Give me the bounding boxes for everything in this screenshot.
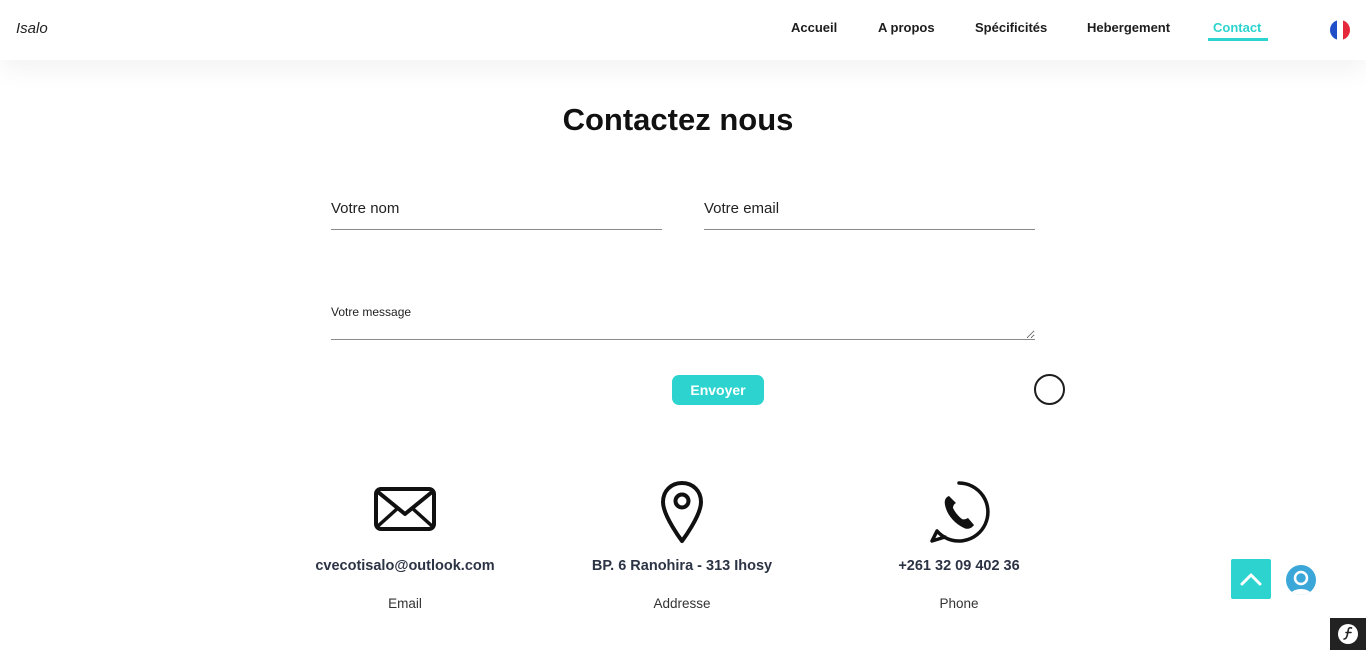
nav-specificites[interactable]: Spécificités: [975, 20, 1047, 35]
contact-phone: +261 32 09 402 36 Phone: [839, 480, 1079, 611]
phone-label: Phone: [939, 596, 979, 611]
scroll-to-top-button[interactable]: [1231, 559, 1271, 599]
user-icon: [1290, 570, 1312, 595]
nav-accueil[interactable]: Accueil: [791, 20, 837, 35]
phone-icon: [930, 481, 990, 543]
address-label: Addresse: [653, 596, 711, 611]
message-textarea[interactable]: [331, 300, 1035, 340]
site-header: Isalo Accueil A propos Spécificités Hebe…: [0, 0, 1366, 60]
contact-address: BP. 6 Ranohira - 313 Ihosy Addresse: [562, 480, 802, 611]
symfony-toolbar-icon[interactable]: [1330, 618, 1366, 650]
address-value: BP. 6 Ranohira - 313 Ihosy: [591, 558, 773, 574]
circle-outline-icon[interactable]: [1034, 374, 1065, 405]
symfony-logo-icon: [1338, 624, 1358, 644]
nav-a-propos[interactable]: A propos: [878, 20, 935, 35]
name-input[interactable]: [331, 188, 662, 230]
email-value[interactable]: cvecotisalo@outlook.com: [285, 558, 525, 574]
nav-active-underline: [1208, 38, 1268, 41]
site-logo[interactable]: Isalo: [16, 20, 48, 37]
email-label: Email: [388, 596, 422, 611]
map-pin-icon: [661, 481, 703, 543]
email-input[interactable]: [704, 188, 1035, 230]
france-flag-icon[interactable]: [1330, 20, 1350, 40]
chat-avatar-button[interactable]: [1286, 565, 1316, 595]
page-title: Contactez nous: [562, 102, 794, 137]
chevron-up-icon: [1240, 573, 1262, 586]
send-button[interactable]: Envoyer: [672, 375, 764, 405]
envelope-icon: [374, 487, 436, 531]
nav-hebergement[interactable]: Hebergement: [1087, 20, 1170, 35]
contact-email: cvecotisalo@outlook.com Email: [285, 480, 525, 611]
nav-contact[interactable]: Contact: [1213, 20, 1261, 35]
phone-value[interactable]: +261 32 09 402 36: [839, 558, 1079, 574]
